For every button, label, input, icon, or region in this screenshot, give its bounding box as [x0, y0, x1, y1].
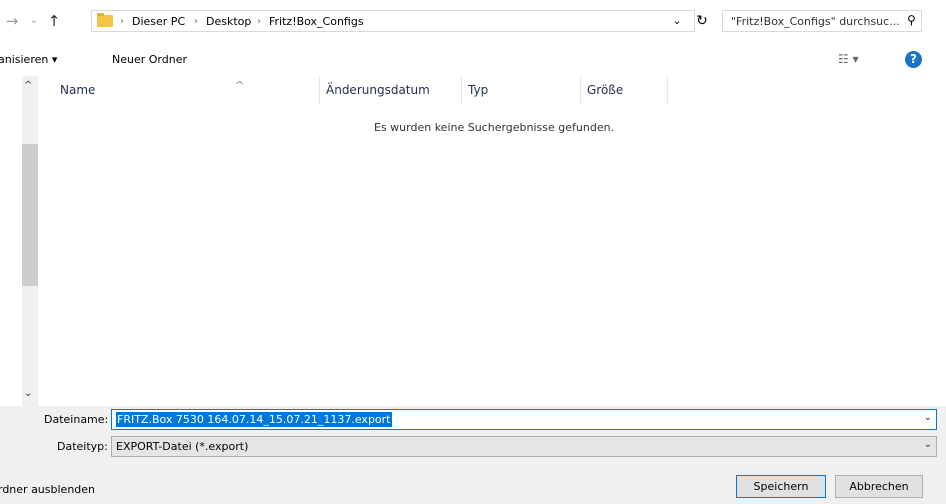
recent-locations-chevron-icon[interactable]: ⌄	[26, 10, 42, 32]
view-options-icon[interactable]: ☷ ▾	[838, 52, 859, 66]
search-icon: ⚲	[907, 13, 916, 27]
toolbar: anisieren ▾ Neuer Ordner ☷ ▾ ?	[0, 44, 946, 77]
breadcrumb-dieser-pc[interactable]: Dieser PC	[132, 13, 185, 31]
breadcrumb-fritzbox-configs[interactable]: Fritz!Box_Configs	[269, 13, 364, 31]
breadcrumb-separator: ›	[194, 16, 198, 27]
up-arrow-icon[interactable]: ↑	[44, 10, 64, 32]
address-row: → ⌄ ↑ › Dieser PC › Desktop › Fritz!Box_…	[0, 0, 946, 44]
organize-button[interactable]: anisieren ▾	[0, 53, 57, 66]
column-header-type[interactable]: Typ	[462, 76, 581, 104]
column-header-date[interactable]: Änderungsdatum	[320, 76, 462, 104]
address-dropdown-icon[interactable]: ⌄	[668, 10, 686, 32]
sort-arrow-icon: ^	[235, 79, 245, 92]
filename-input[interactable]: FRITZ.Box 7530 164.07.14_15.07.21_1137.e…	[111, 409, 937, 430]
chevron-down-icon[interactable]: ⌄	[924, 439, 932, 450]
search-placeholder: "Fritz!Box_Configs" durchsuc...	[731, 15, 900, 28]
breadcrumb-separator: ›	[120, 16, 124, 27]
search-input[interactable]: "Fritz!Box_Configs" durchsuc... ⚲	[722, 10, 922, 32]
chevron-down-icon[interactable]: ⌄	[924, 412, 932, 423]
scroll-up-icon[interactable]: ^	[24, 80, 32, 91]
refresh-icon[interactable]: ↻	[691, 10, 713, 32]
hide-folders-toggle[interactable]: rdner ausblenden	[0, 483, 95, 496]
filename-value: FRITZ.Box 7530 164.07.14_15.07.21_1137.e…	[116, 412, 392, 427]
address-bar[interactable]: › Dieser PC › Desktop › Fritz!Box_Config…	[91, 10, 695, 32]
filename-label: Dateiname:	[44, 413, 109, 426]
scrollbar-thumb[interactable]	[22, 144, 38, 286]
column-header-name-label: Name	[60, 83, 96, 97]
column-header-size[interactable]: Größe	[581, 76, 668, 104]
help-icon[interactable]: ?	[905, 51, 922, 68]
save-button[interactable]: Speichern	[736, 475, 826, 498]
breadcrumb-desktop[interactable]: Desktop	[206, 13, 251, 31]
breadcrumb-separator: ›	[257, 16, 261, 27]
folder-icon	[97, 13, 113, 27]
filetype-select[interactable]: EXPORT-Datei (*.export) ⌄	[111, 436, 937, 457]
column-header-name[interactable]: Name ^	[54, 76, 320, 104]
forward-icon[interactable]: →	[2, 10, 22, 32]
cancel-button[interactable]: Abbrechen	[835, 475, 923, 498]
filetype-value: EXPORT-Datei (*.export)	[116, 440, 249, 453]
new-folder-button[interactable]: Neuer Ordner	[112, 53, 187, 66]
filetype-label: Dateityp:	[57, 440, 108, 453]
empty-results-message: Es wurden keine Suchergebnisse gefunden.	[374, 121, 615, 134]
scroll-down-icon[interactable]: ⌄	[24, 388, 32, 399]
file-list[interactable]: ^ ⌄ Name ^ Änderungsdatum Typ Größe Es w…	[0, 76, 946, 406]
